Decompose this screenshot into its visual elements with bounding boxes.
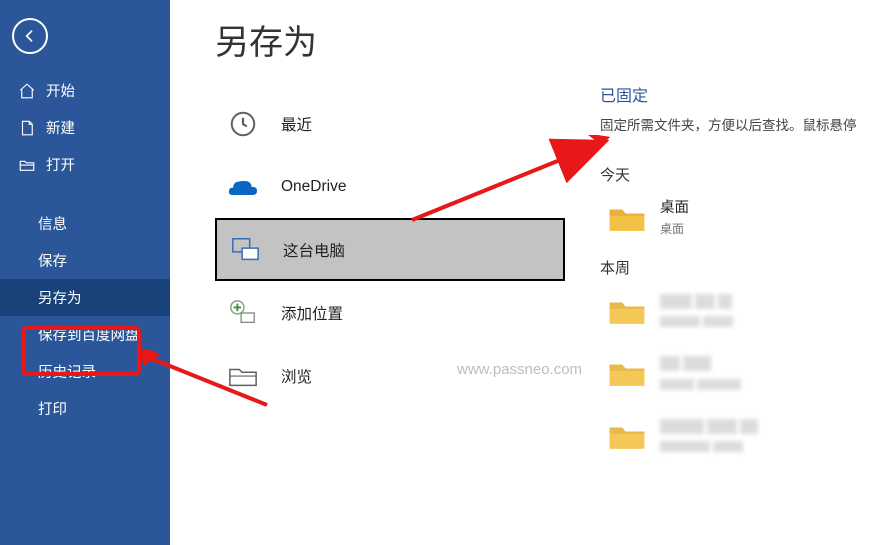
sidebar-item-label: 另存为: [38, 287, 82, 308]
sidebar-item-label: 打开: [46, 154, 75, 175]
folder-row-blurred[interactable]: [600, 288, 880, 337]
folder-path: 桌面: [660, 220, 689, 237]
location-label: 添加位置: [281, 302, 343, 324]
sidebar-item-baidu[interactable]: 保存到百度网盘: [0, 316, 170, 353]
sidebar-item-label: 历史记录: [38, 361, 96, 382]
sidebar-item-home[interactable]: 开始: [0, 72, 170, 109]
pinned-hint: 固定所需文件夹，方便以后查找。鼠标悬停: [600, 114, 880, 134]
location-list: 最近 OneDrive 这台电脑: [215, 92, 565, 407]
sidebar-item-label: 信息: [38, 213, 67, 234]
location-add-place[interactable]: 添加位置: [215, 281, 565, 344]
folder-path-blurred: [660, 441, 761, 455]
location-recent[interactable]: 最近: [215, 92, 565, 155]
folder-row-desktop[interactable]: 桌面 桌面: [600, 195, 880, 243]
back-arrow-icon: [22, 28, 38, 44]
sidebar-item-label: 打印: [38, 398, 67, 419]
folder-name: 桌面: [660, 201, 689, 216]
watermark-text: www.passneo.com: [457, 361, 582, 378]
sidebar-item-info[interactable]: 信息: [0, 205, 170, 242]
sidebar-item-print[interactable]: 打印: [0, 390, 170, 427]
location-label: OneDrive: [281, 178, 346, 196]
home-icon: [18, 82, 36, 100]
sidebar-item-save[interactable]: 保存: [0, 242, 170, 279]
folder-path-blurred: [660, 379, 744, 393]
sidebar-item-label: 开始: [46, 80, 75, 101]
folder-name-blurred: [660, 356, 744, 375]
backstage-sidebar: 开始 新建 打开 信息 保存 另存为 保存到百度网盘: [0, 0, 170, 545]
location-onedrive[interactable]: OneDrive: [215, 155, 565, 218]
sidebar-item-label: 保存: [38, 250, 67, 271]
pinned-heading: 已固定: [600, 82, 880, 106]
sidebar-item-label: 保存到百度网盘: [38, 324, 140, 345]
group-title-today: 今天: [600, 164, 880, 185]
location-label: 最近: [281, 113, 312, 135]
folder-row-blurred[interactable]: [600, 350, 880, 399]
open-folder-icon: [18, 156, 36, 174]
folder-icon: [608, 359, 646, 389]
page-title: 另存为: [215, 15, 889, 64]
onedrive-icon: [227, 171, 259, 203]
group-title-week: 本周: [600, 257, 880, 278]
this-pc-icon: [229, 234, 261, 266]
sidebar-item-open[interactable]: 打开: [0, 146, 170, 183]
folder-row-blurred[interactable]: [600, 413, 880, 462]
new-file-icon: [18, 119, 36, 137]
sidebar-item-label: 新建: [46, 117, 75, 138]
folder-name-blurred: [660, 294, 736, 313]
folder-icon: [608, 297, 646, 327]
sidebar-item-new[interactable]: 新建: [0, 109, 170, 146]
folder-icon: [608, 204, 646, 234]
folder-icon: [608, 422, 646, 452]
sidebar-item-saveas[interactable]: 另存为: [0, 279, 170, 316]
location-label: 这台电脑: [283, 239, 345, 261]
location-label: 浏览: [281, 365, 312, 387]
browse-folder-icon: [227, 360, 259, 392]
back-button[interactable]: [12, 18, 48, 54]
right-column: 已固定 固定所需文件夹，方便以后查找。鼠标悬停 今天 桌面 桌面 本周: [600, 82, 880, 475]
recent-icon: [227, 108, 259, 140]
folder-name-blurred: [660, 419, 761, 438]
folder-path-blurred: [660, 316, 736, 330]
main-area: 另存为 最近 OneDrive: [170, 0, 889, 545]
location-this-pc[interactable]: 这台电脑: [215, 218, 565, 281]
add-place-icon: [227, 297, 259, 329]
sidebar-item-history[interactable]: 历史记录: [0, 353, 170, 390]
